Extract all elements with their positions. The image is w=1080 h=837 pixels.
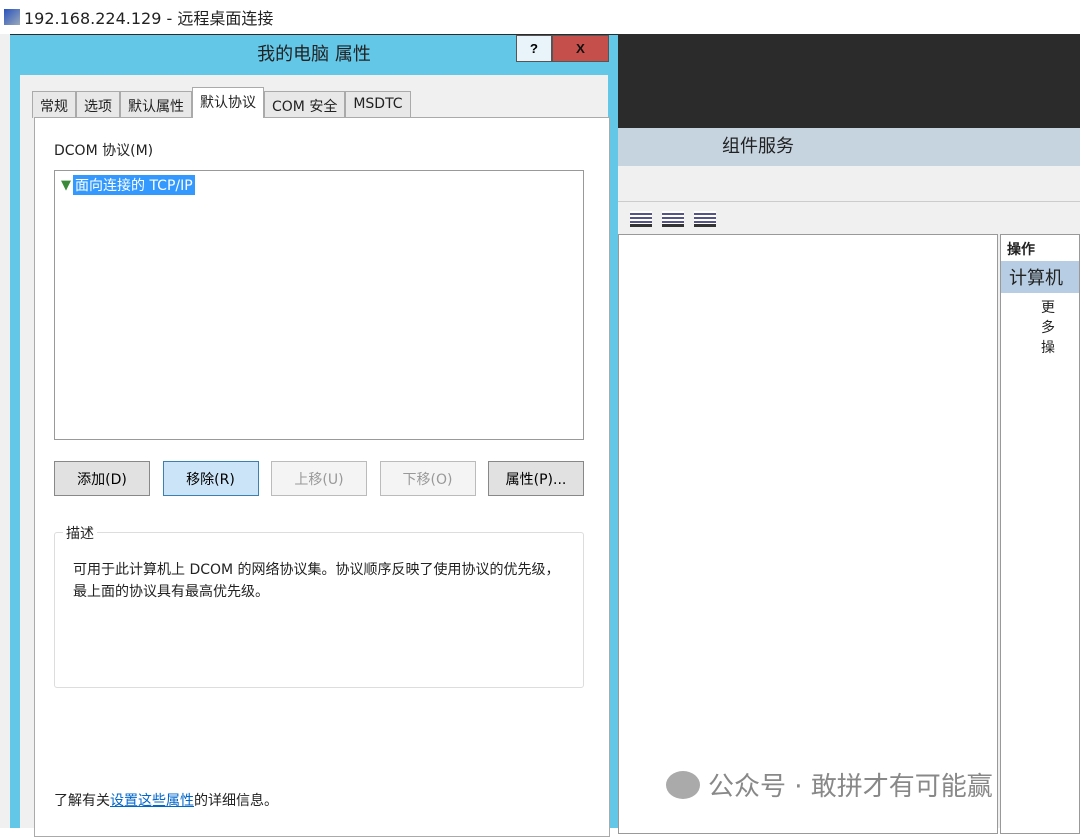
bg-menubar [612, 166, 1080, 202]
view-details-icon[interactable] [662, 210, 684, 227]
tab-general[interactable]: 常规 [32, 91, 76, 118]
list-item[interactable]: ▼ 面向连接的 TCP/IP [61, 175, 195, 195]
tab-msdtc[interactable]: MSDTC [345, 91, 411, 118]
watermark-text: 公众号 · 敢拼才有可能赢 [708, 772, 993, 802]
properties-button[interactable]: 属性(P)... [488, 461, 584, 496]
description-group: 描述 可用于此计算机上 DCOM 的网络协议集。协议顺序反映了使用协议的优先级，… [54, 523, 584, 688]
tab-bar: 常规 选项 默认属性 默认协议 COM 安全 MSDTC [32, 87, 411, 118]
rdp-icon [4, 9, 20, 25]
wechat-icon [666, 770, 700, 799]
view-list-icon[interactable] [630, 210, 652, 227]
component-services-window: 组件服务 操作 计算机 更多操 [612, 128, 1080, 834]
info-link[interactable]: 设置这些属性 [110, 793, 194, 809]
info-prefix: 了解有关 [54, 793, 110, 809]
tab-default-properties[interactable]: 默认属性 [120, 91, 192, 118]
tab-options[interactable]: 选项 [76, 91, 120, 118]
help-button[interactable]: ? [516, 35, 552, 62]
protocols-label: DCOM 协议(M) [54, 143, 154, 159]
add-button[interactable]: 添加(D) [54, 461, 150, 496]
description-text: 可用于此计算机上 DCOM 的网络协议集。协议顺序反映了使用协议的优先级，最上面… [73, 562, 560, 600]
move-down-button[interactable]: 下移(O) [379, 461, 476, 496]
actions-more[interactable]: 更多操 [1001, 293, 1080, 361]
info-line: 了解有关设置这些属性的详细信息。 [54, 790, 278, 810]
rdp-titlebar: 192.168.224.129 - 远程桌面连接 [0, 0, 1080, 34]
watermark: 公众号 · 敢拼才有可能赢 [666, 766, 993, 803]
properties-dialog: 我的电脑 属性 ? X 常规 选项 默认属性 默认协议 COM 安全 MSDTC… [10, 35, 618, 837]
close-button[interactable]: X [552, 35, 609, 62]
tab-default-protocols[interactable]: 默认协议 [192, 87, 264, 118]
move-up-button[interactable]: 上移(U) [271, 461, 367, 496]
tab-page: DCOM 协议(M) ▼ 面向连接的 TCP/IP 添加(D) 移除(R) 上移(… [34, 117, 610, 837]
rdp-title: 192.168.224.129 - 远程桌面连接 [24, 9, 274, 28]
bg-title: 组件服务 [612, 128, 1080, 166]
actions-computer[interactable]: 计算机 [1001, 261, 1079, 293]
bg-content-pane [618, 234, 998, 834]
protocol-icon: ▼ [61, 177, 71, 193]
tab-com-security[interactable]: COM 安全 [264, 91, 346, 118]
view-status-icon[interactable] [694, 210, 716, 227]
info-suffix: 的详细信息。 [194, 793, 278, 809]
left-strip [0, 34, 10, 828]
description-header: 描述 [63, 523, 97, 543]
protocols-list[interactable]: ▼ 面向连接的 TCP/IP [54, 170, 584, 440]
actions-header: 操作 [1007, 242, 1035, 258]
remove-button[interactable]: 移除(R) [162, 461, 259, 496]
protocol-label: 面向连接的 TCP/IP [73, 175, 195, 195]
bg-toolbar [612, 202, 1080, 235]
actions-pane: 操作 计算机 更多操 [1000, 234, 1080, 834]
